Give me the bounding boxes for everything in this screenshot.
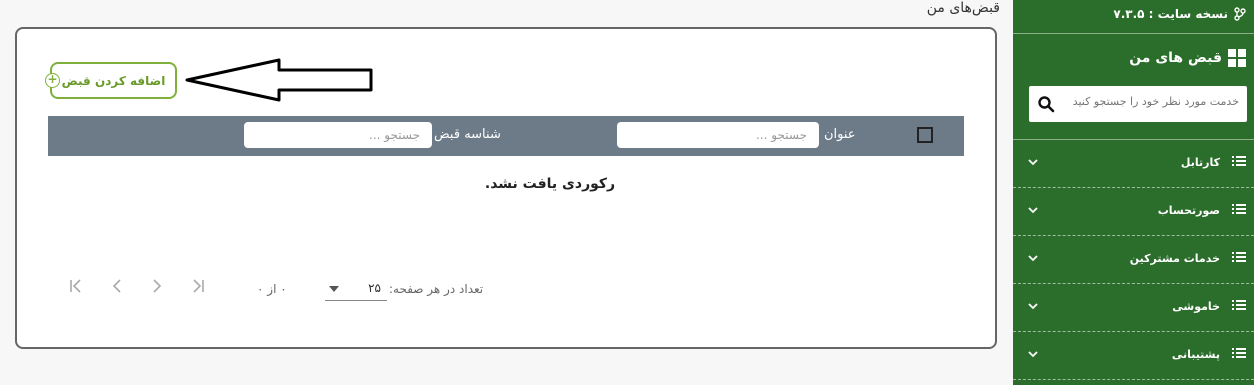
page-range: ۰ از ۰ [257,282,287,296]
chevron-down-icon[interactable] [1027,157,1039,167]
sidebar-item-label: پشتیبانی [1171,348,1220,361]
receipt-id-filter-label: شناسه قبض [434,127,501,142]
chevron-down-icon[interactable] [1027,253,1039,263]
pagination: ۰ از ۰ ۲۵ تعداد در هر صفحه: [67,279,987,309]
empty-message: رکوردی یافت نشد. [484,176,616,192]
sidebar-title: قبض های من [1129,49,1246,67]
add-receipt-label: اضافه کردن قبض [61,73,166,88]
list-icon [1232,204,1246,214]
last-page-icon[interactable] [187,277,207,299]
sidebar-item[interactable]: خدمات مشترکین [1013,236,1254,284]
caret-down-icon [329,286,339,292]
list-icon [1232,348,1246,358]
title-filter-label: عنوان [824,127,856,142]
per-page-label: تعداد در هر صفحه: [389,282,484,296]
sidebar-title-text: قبض های من [1129,50,1222,66]
site-version-text: نسخه سایت : ۷.۳.۵ [1113,7,1228,21]
page-title: قبض‌های من [926,0,1000,16]
sidebar-item-label: کارتابل [1180,156,1220,169]
sidebar-item[interactable]: صورتحساب [1013,188,1254,236]
sidebar-item[interactable]: کارتابل [1013,140,1254,188]
select-all-checkbox[interactable] [917,127,933,143]
list-icon [1232,252,1246,262]
search-icon[interactable] [1037,95,1055,113]
list-icon [1232,156,1246,166]
chevron-down-icon[interactable] [1027,205,1039,215]
sidebar-item-label: خاموشی [1172,300,1220,313]
sidebar-item-label: خدمات مشترکین [1129,252,1220,265]
sidebar-search-input[interactable] [1069,95,1239,108]
receipt-id-search-input[interactable] [244,122,432,148]
site-version: نسخه سایت : ۷.۳.۵ [1113,7,1246,21]
sidebar-item[interactable]: خاموشی [1013,284,1254,332]
list-icon [1232,300,1246,310]
plus-circle-icon: + [45,73,60,88]
add-receipt-button[interactable]: + اضافه کردن قبض [45,62,177,99]
chevron-down-icon[interactable] [1027,301,1039,311]
title-search-input[interactable] [617,122,819,148]
arrow-left-icon [185,58,373,102]
filter-bar: عنوان شناسه قبض [48,116,964,156]
per-page-value: ۲۵ [368,281,381,295]
chevron-down-icon[interactable] [1027,349,1039,359]
branch-icon [1234,7,1246,21]
next-page-icon[interactable] [147,277,167,299]
divider [1013,33,1254,34]
grid-icon [1228,49,1246,67]
first-page-icon[interactable] [67,277,87,299]
prev-page-icon[interactable] [107,277,127,299]
sidebar: نسخه سایت : ۷.۳.۵ قبض های من کارتابل صورت… [1013,0,1254,385]
sidebar-search[interactable] [1029,86,1247,122]
per-page-select[interactable]: ۲۵ [325,277,387,301]
sidebar-item-label: صورتحساب [1157,204,1220,217]
sidebar-item[interactable]: پشتیبانی [1013,332,1254,380]
